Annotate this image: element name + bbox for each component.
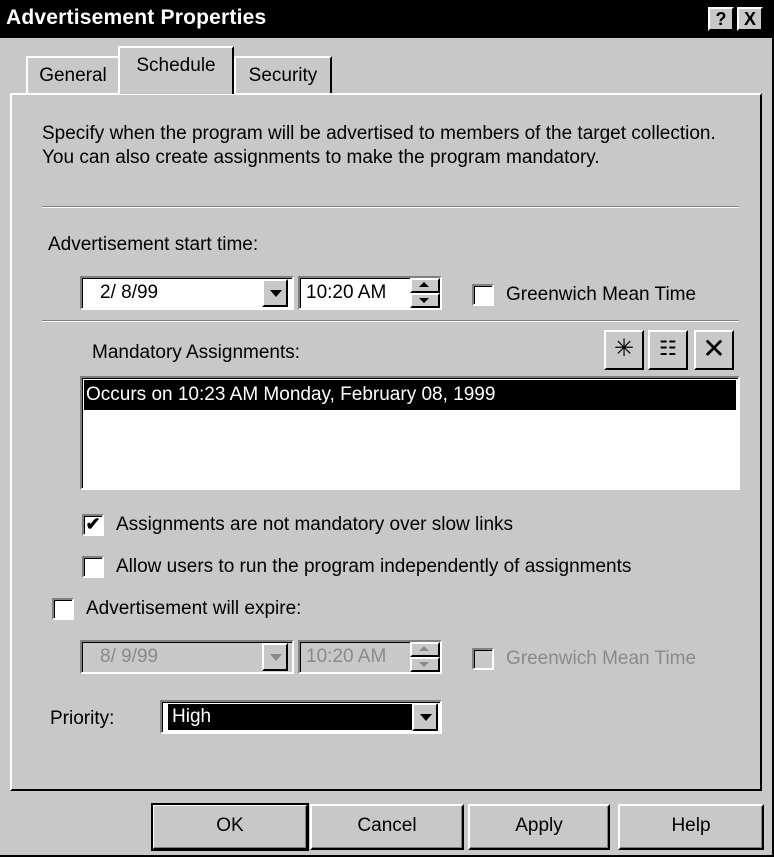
start-time-spinner[interactable] (410, 278, 440, 308)
close-title-button[interactable]: X (737, 7, 763, 31)
expire-time-spinner (410, 642, 440, 672)
help-title-button[interactable]: ? (708, 7, 734, 31)
advertisement-properties-dialog: Advertisement Properties ? X General Sch… (0, 0, 774, 857)
title-bar: Advertisement Properties ? X (0, 0, 774, 38)
schedule-description: Specify when the program will be adverti… (42, 123, 716, 168)
tab-general[interactable]: General (26, 56, 120, 96)
allow-users-label: Allow users to run the program independe… (116, 556, 632, 577)
expire-label: Advertisement will expire: (86, 598, 302, 619)
priority-label: Priority: (50, 708, 115, 729)
expire-gmt-checkbox (472, 648, 494, 670)
start-time-label: Advertisement start time: (48, 234, 259, 255)
ok-button[interactable]: OK (151, 803, 309, 851)
separator-top (42, 206, 739, 208)
priority-select[interactable]: High (160, 700, 442, 734)
cancel-button[interactable]: Cancel (310, 804, 464, 850)
expire-gmt-label: Greenwich Mean Time (506, 648, 697, 669)
properties-icon[interactable]: ☷ (648, 330, 688, 370)
assignments-list[interactable]: Occurs on 10:23 AM Monday, February 08, … (80, 376, 740, 490)
start-date-dropdown-arrow[interactable] (262, 279, 288, 307)
separator-mid (42, 320, 739, 322)
help-button[interactable]: Help (618, 804, 764, 850)
priority-value: High (168, 704, 414, 730)
tab-schedule[interactable]: Schedule (118, 46, 234, 94)
allow-users-checkbox[interactable] (82, 556, 104, 578)
slow-links-checkbox[interactable]: ✔ (82, 514, 104, 536)
window-title: Advertisement Properties (6, 6, 267, 29)
priority-dropdown-arrow[interactable] (412, 703, 438, 731)
tab-security[interactable]: Security (234, 56, 332, 96)
mandatory-assignments-label: Mandatory Assignments: (92, 342, 301, 363)
slow-links-label: Assignments are not mandatory over slow … (116, 514, 514, 535)
delete-icon[interactable]: ✕ (694, 330, 734, 370)
expire-date-dropdown-arrow (262, 643, 288, 671)
new-icon[interactable]: ✳ (604, 330, 644, 370)
gmt-label: Greenwich Mean Time (506, 284, 697, 305)
expire-checkbox[interactable] (52, 598, 74, 620)
gmt-checkbox[interactable] (472, 284, 494, 306)
list-item[interactable]: Occurs on 10:23 AM Monday, February 08, … (84, 380, 736, 410)
apply-button[interactable]: Apply (468, 804, 610, 850)
